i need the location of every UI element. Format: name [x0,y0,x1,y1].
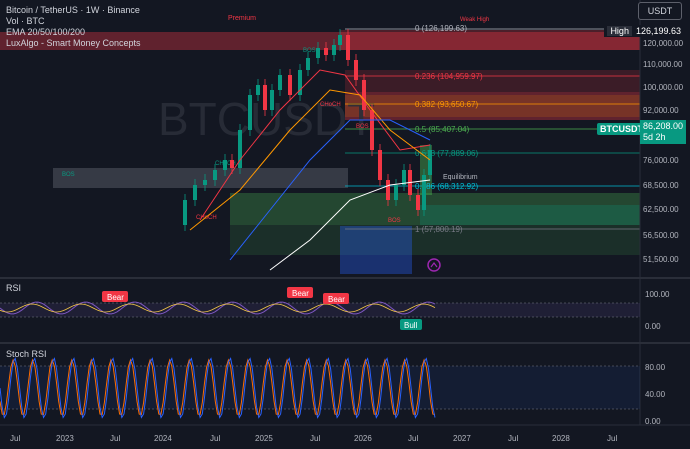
candle-body [223,160,227,170]
fib-label-0618: 0.618 (77,889.06) [415,149,478,158]
time-axis-label: Jul [408,434,418,443]
time-axis-label: 2023 [56,434,74,443]
chart-legend: Bitcoin / TetherUS · 1W · Binance Vol · … [6,5,141,49]
stoch-axis-label: 40.00 [645,390,666,399]
price-axis-label: 92,000.00 [643,106,679,115]
time-axis-label: 2025 [255,434,273,443]
signal-label: Bear [107,293,124,302]
time-axis-label: 2026 [354,434,372,443]
time-axis-label: 2028 [552,434,570,443]
candle-body [270,90,274,110]
price-axis-label: 100,000.00 [643,83,684,92]
equilibrium-label: Equilibrium [443,174,478,181]
currency-button[interactable]: USDT [638,2,682,20]
time-axis-label: 2024 [154,434,172,443]
candle-body [428,150,432,175]
rsi-signal-bull: Bull [400,319,422,330]
candle-body [362,80,366,110]
stoch-axis-label: 0.00 [645,417,661,426]
time-axis-label: Jul [210,434,220,443]
candle-body [394,185,398,200]
candle-body [386,180,390,200]
rsi-axis-label: 100.00 [645,290,670,299]
price-axis-label: 51,500.00 [643,255,679,264]
price-axis-label: 56,500.00 [643,231,679,240]
high-label: High [607,26,632,36]
rsi-signal-bear: Bear [102,291,128,302]
fib-label-0236: 0.236 (104,959.97) [415,72,483,81]
candle-body [193,185,197,200]
rsi-signal-bear: Bear [323,293,349,304]
price-axis-label: 62,500.00 [643,205,679,214]
weak-high-label: Weak High [460,17,489,23]
price-axis-label: 68,500.00 [643,181,679,190]
last-price-tag: 86,208.00 5d 2h [640,120,686,144]
chart-canvas[interactable]: BTCUSDT 0 (126,199.63) 0.236 (104,959.97… [0,0,690,449]
signal-label: Bull [404,321,418,330]
time-axis-label: 2027 [453,434,471,443]
candle-body [324,48,328,55]
candle-body [183,200,187,225]
fib-label-0: 0 (126,199.63) [415,24,467,33]
candle-body [306,58,310,70]
choch-label: CHoCH [320,102,341,108]
bos-label: BOS [303,48,316,54]
high-price-tag: High 126,199.63 [604,25,684,37]
candle-body [338,35,342,45]
candle-body [416,195,420,210]
candle-body [278,75,282,90]
fib-label-05: 0.5 (85,407.04) [415,125,470,134]
price-axis-label: 110,000.00 [643,60,683,69]
bos-label: BOS [388,218,401,224]
choch-label: CHoCH [196,215,217,221]
indicator-ema[interactable]: EMA 20/50/100/200 [6,27,141,38]
rsi-title[interactable]: RSI [6,283,21,293]
candle-body [288,75,292,95]
premium-label: Premium [228,15,256,22]
last-price: 86,208.00 [643,121,684,131]
symbol-price-tag: BTCUSDT [597,123,646,135]
candle-body [332,45,336,55]
time-axis-label: Jul [10,434,20,443]
candle-body [370,110,374,150]
price-axis-label: 76,000.00 [643,156,679,165]
time-axis-label: Jul [607,434,617,443]
price-axis-label: 120,000.00 [643,39,684,48]
stoch-axis-label: 80.00 [645,363,666,372]
fib-label-1: 1 (57,800.19) [415,225,463,234]
rsi-axis-label: 0.00 [645,322,661,331]
candle-body [354,60,358,80]
time-axis-label: Jul [310,434,320,443]
indicator-smc[interactable]: LuxAlgo - Smart Money Concepts [6,38,141,49]
candle-body [346,35,350,60]
stoch-rsi-title[interactable]: Stoch RSI [6,349,47,359]
rsi-signal-bear: Bear [287,287,313,298]
bos-label: BOS [356,124,369,130]
bar-countdown: 5d 2h [643,132,666,142]
candle-body [263,85,267,110]
time-axis-label: Jul [508,434,518,443]
candle-body [378,150,382,180]
signal-label: Bear [292,289,309,298]
candle-body [203,180,207,185]
symbol-title[interactable]: Bitcoin / TetherUS · 1W · Binance [6,5,141,16]
candle-body [256,85,260,95]
candle-body [248,95,252,130]
bos-label: BOS [62,172,75,178]
candle-body [230,160,234,168]
signal-label: Bear [328,295,345,304]
high-value: 126,199.63 [635,26,681,36]
indicator-volume[interactable]: Vol · BTC [6,16,141,27]
candle-body [316,48,320,58]
candle-body [213,170,217,180]
indicator-logo-icon[interactable] [427,258,441,272]
fib-label-0382: 0.382 (93,650.67) [415,100,478,109]
time-axis-label: Jul [110,434,120,443]
